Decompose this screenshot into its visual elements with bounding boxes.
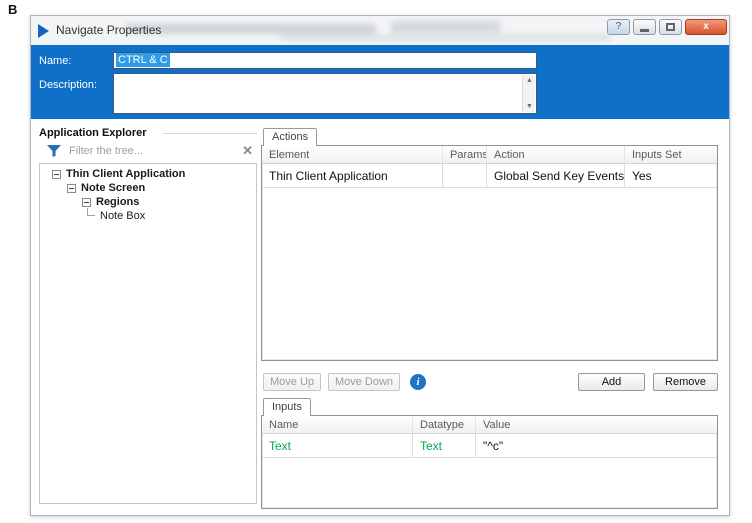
help-button[interactable]: ? <box>607 19 630 35</box>
maximize-icon <box>666 23 675 31</box>
navigate-properties-window: Navigate Properties ? x Name: CTRL & C D… <box>30 15 730 516</box>
tree-item-regions[interactable]: Regions <box>40 196 256 210</box>
cell-input-value: "^c" <box>483 439 504 453</box>
tree-filter-input[interactable]: Filter the tree... ✕ <box>39 142 257 160</box>
move-down-button[interactable]: Move Down <box>328 373 400 391</box>
title-bar[interactable]: Navigate Properties ? x <box>31 16 729 45</box>
inputs-grid-header: Name Datatype Value <box>262 416 717 434</box>
move-up-button[interactable]: Move Up <box>263 373 321 391</box>
add-button[interactable]: Add <box>578 373 645 391</box>
inputs-row[interactable]: Text Text "^c" <box>262 434 717 458</box>
application-explorer-tree: Thin Client Application Note Screen Regi… <box>39 163 257 504</box>
tree-item-thin-client-application[interactable]: Thin Client Application <box>40 168 256 182</box>
cell-inputs-set: Yes <box>632 169 652 183</box>
cell-input-name: Text <box>262 434 413 457</box>
maximize-button[interactable] <box>659 19 682 35</box>
cell-input-datatype: Text <box>413 434 476 457</box>
name-input-selected-text: CTRL & C <box>116 53 170 67</box>
collapse-icon[interactable] <box>67 184 76 193</box>
name-label: Name: <box>39 55 72 67</box>
window-app-icon <box>38 24 49 38</box>
cell-params <box>443 164 487 187</box>
description-label: Description: <box>39 79 98 91</box>
actions-grid-header: Element Params Action Inputs Set <box>262 146 717 164</box>
tab-inputs[interactable]: Inputs <box>263 398 311 416</box>
cell-element: Thin Client Application <box>262 164 443 187</box>
column-header-name[interactable]: Name <box>262 416 413 433</box>
column-header-value[interactable]: Value <box>476 416 717 433</box>
tree-filter-placeholder: Filter the tree... <box>69 145 143 157</box>
name-input[interactable]: CTRL & C <box>113 52 537 69</box>
figure-label: B <box>8 2 18 17</box>
column-header-params[interactable]: Params <box>443 146 487 163</box>
remove-button[interactable]: Remove <box>653 373 718 391</box>
cell-action: Global Send Key Events <box>487 164 625 187</box>
minimize-button[interactable] <box>633 19 656 35</box>
background-artifact <box>281 34 611 41</box>
scroll-up-icon[interactable]: ▲ <box>523 75 536 86</box>
info-icon[interactable]: i <box>410 374 426 390</box>
tree-item-note-screen[interactable]: Note Screen <box>40 182 256 196</box>
close-button[interactable]: x <box>685 19 727 35</box>
tab-actions[interactable]: Actions <box>263 128 318 146</box>
collapse-icon[interactable] <box>82 198 91 207</box>
column-header-element[interactable]: Element <box>262 146 443 163</box>
minimize-icon <box>640 29 649 32</box>
background-artifact <box>126 24 376 34</box>
column-header-inputs-set[interactable]: Inputs Set <box>625 146 717 163</box>
properties-header: Name: CTRL & C Description: ▲ ▼ <box>31 45 729 119</box>
column-header-action[interactable]: Action <box>487 146 625 163</box>
actions-grid: Element Params Action Inputs Set Thin Cl… <box>261 145 718 361</box>
divider <box>163 133 257 134</box>
description-scrollbar[interactable]: ▲ ▼ <box>522 75 535 112</box>
tree-item-note-box[interactable]: Note Box <box>40 208 256 224</box>
actions-row[interactable]: Thin Client Application Global Send Key … <box>262 164 717 188</box>
collapse-icon[interactable] <box>52 170 61 179</box>
window-title: Navigate Properties <box>56 23 162 37</box>
column-header-datatype[interactable]: Datatype <box>413 416 476 433</box>
application-explorer-title: Application Explorer <box>39 127 147 139</box>
description-textarea[interactable]: ▲ ▼ <box>113 73 537 114</box>
tree-connector <box>87 208 95 216</box>
background-artifact <box>391 21 501 33</box>
filter-clear-icon[interactable]: ✕ <box>242 143 253 159</box>
inputs-grid: Name Datatype Value Text Text "^c" <box>261 415 718 509</box>
scroll-down-icon[interactable]: ▼ <box>523 101 536 112</box>
filter-funnel-icon <box>47 145 61 157</box>
